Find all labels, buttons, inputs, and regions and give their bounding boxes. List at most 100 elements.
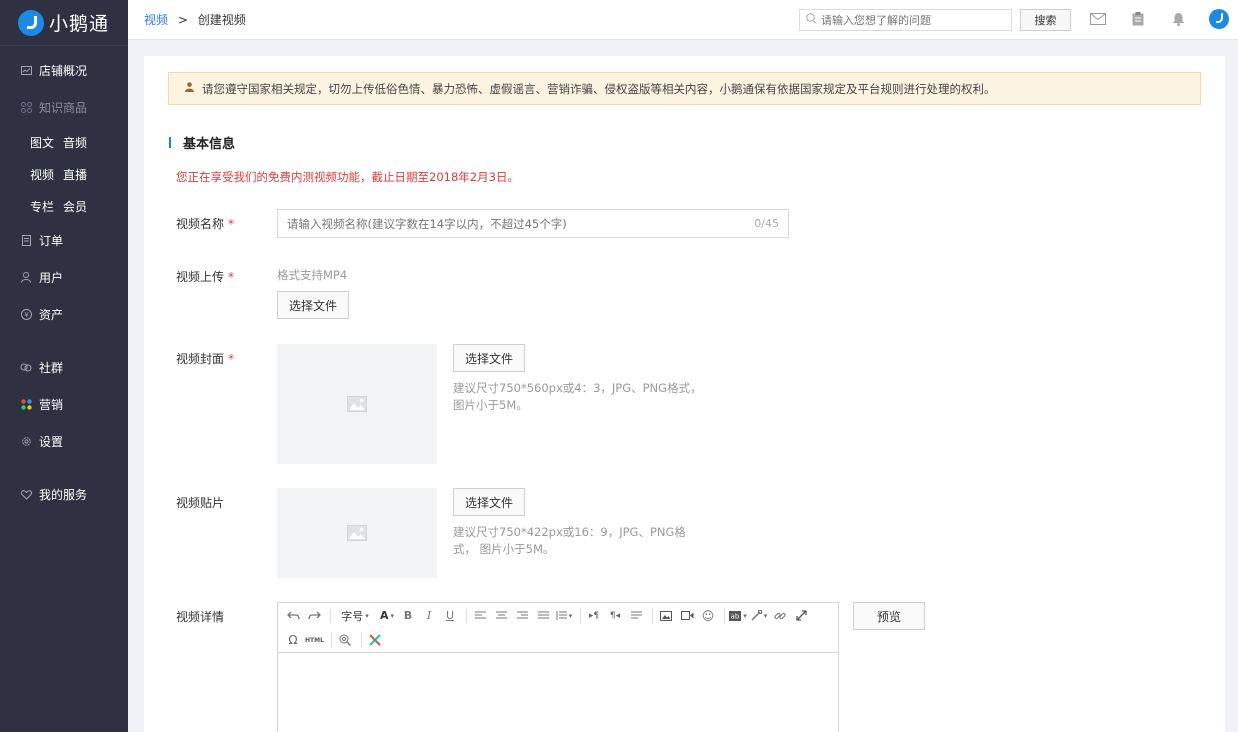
video-cover-label-text: 视频封面 xyxy=(176,352,225,366)
avatar[interactable] xyxy=(1209,9,1229,29)
sidebar-subitem-video[interactable]: 视频 xyxy=(30,166,54,183)
upload-format-hint: 格式支持MP4 xyxy=(277,268,348,282)
sidebar-item-label: 资产 xyxy=(39,308,64,322)
sidebar-item-label: 用户 xyxy=(39,271,64,285)
video-cover-label: 视频封面 * xyxy=(176,350,234,367)
cover-hint-line: 建议尺寸750*560px或4：3，JPG、PNG格式， xyxy=(453,381,702,395)
logo-mark-icon xyxy=(18,9,44,36)
undo-icon[interactable] xyxy=(284,607,302,625)
notice-banner: 请您遵守国家相关规定，切勿上传低俗色情、暴力恐怖、虚假谣言、营销诈骗、侵权盗版等… xyxy=(168,72,1201,105)
sidebar-item-label: 订单 xyxy=(39,234,64,248)
bell-icon[interactable] xyxy=(1170,11,1186,27)
sidebar-item-assets[interactable]: ¥ 资产 xyxy=(0,296,128,333)
font-size-select[interactable]: 字号 xyxy=(335,607,375,625)
insert-video-icon[interactable] xyxy=(678,607,696,625)
paragraph-ltr-icon[interactable]: ▸¶ xyxy=(585,607,603,625)
video-detail-label: 视频详情 xyxy=(176,610,225,624)
sidebar-item-community[interactable]: 社群 xyxy=(0,349,128,386)
indent-icon[interactable] xyxy=(627,607,645,625)
breadcrumb-link-video[interactable]: 视频 xyxy=(144,13,168,27)
sidebar: 小鹅通 店铺概况 知识商品 图文 音频 视频 直播 专栏 会员 订单 用户 ¥ … xyxy=(0,0,128,732)
clear-format-icon[interactable] xyxy=(366,631,384,649)
sidebar-item-marketing[interactable]: 营销 xyxy=(0,386,128,423)
insert-image-icon[interactable] xyxy=(657,607,675,625)
html-source-icon[interactable]: HTML xyxy=(305,631,324,649)
logo[interactable]: 小鹅通 xyxy=(0,0,128,46)
align-justify-icon[interactable] xyxy=(534,607,552,625)
video-name-input[interactable] xyxy=(287,216,727,231)
sidebar-subitem-live[interactable]: 直播 xyxy=(63,166,87,183)
section-title-text: 基本信息 xyxy=(183,137,236,152)
video-name-label: 视频名称 * xyxy=(176,215,234,232)
upload-video-button[interactable]: 选择文件 xyxy=(277,291,349,319)
document-icon xyxy=(20,235,32,247)
mail-icon[interactable] xyxy=(1090,11,1106,27)
section-title: 基本信息 xyxy=(169,133,235,152)
clipboard-icon[interactable] xyxy=(1130,11,1146,27)
video-upload-label: 视频上传 * xyxy=(176,268,234,285)
top-bar: 视频 > 创建视频 搜索 xyxy=(128,0,1238,40)
italic-icon[interactable]: I xyxy=(420,607,438,625)
section-title-bar xyxy=(169,137,171,148)
sticker-hint-line: 式， 图片小于5M。 xyxy=(453,542,555,556)
align-center-icon[interactable] xyxy=(492,607,510,625)
sticker-image-placeholder[interactable] xyxy=(277,488,437,578)
sidebar-item-users[interactable]: 用户 xyxy=(0,259,128,296)
align-right-icon[interactable] xyxy=(513,607,531,625)
video-name-label-text: 视频名称 xyxy=(176,217,225,231)
sidebar-subrow: 视频 直播 xyxy=(0,158,128,190)
sidebar-subrow: 专栏 会员 xyxy=(0,190,128,222)
chart-icon xyxy=(20,65,32,77)
sidebar-subrow: 图文 音频 xyxy=(0,126,128,158)
sidebar-item-my-services[interactable]: 我的服务 xyxy=(0,476,128,513)
font-size-label: 字号 xyxy=(341,609,364,623)
bold-icon[interactable]: B xyxy=(399,607,417,625)
sidebar-subitem-member[interactable]: 会员 xyxy=(63,198,87,215)
marketing-icon xyxy=(20,399,32,411)
sidebar-subitem-audio[interactable]: 音频 xyxy=(63,134,87,151)
sidebar-subitem-column[interactable]: 专栏 xyxy=(30,198,54,215)
paragraph-rtl-icon[interactable]: ¶◂ xyxy=(606,607,624,625)
search-replace-icon[interactable] xyxy=(336,631,354,649)
rich-text-editor[interactable]: 字号 A B I U ▸¶ ¶◂ xyxy=(277,602,839,732)
fullscreen-icon[interactable] xyxy=(792,607,810,625)
choose-sticker-button[interactable]: 选择文件 xyxy=(453,488,525,516)
sidebar-item-orders[interactable]: 订单 xyxy=(0,222,128,259)
image-icon xyxy=(347,396,367,412)
sidebar-item-label: 营销 xyxy=(39,398,64,412)
logo-text: 小鹅通 xyxy=(49,13,110,35)
line-height-icon[interactable] xyxy=(555,607,573,625)
cover-image-placeholder[interactable] xyxy=(277,344,437,464)
main-content: 请您遵守国家相关规定，切勿上传低俗色情、暴力恐怖、虚假谣言、营销诈骗、侵权盗版等… xyxy=(144,56,1225,732)
sidebar-item-overview[interactable]: 店铺概况 xyxy=(0,52,128,89)
emoji-icon[interactable]: ☺ xyxy=(699,607,717,625)
sidebar-item-knowledge[interactable]: 知识商品 xyxy=(0,89,128,126)
sidebar-item-label: 社群 xyxy=(39,361,64,375)
sidebar-item-settings[interactable]: 设置 xyxy=(0,423,128,460)
highlight-icon[interactable]: ab xyxy=(729,607,747,625)
breadcrumb-separator: > xyxy=(177,13,188,27)
user-warning-icon xyxy=(185,82,194,95)
video-sticker-label: 视频贴片 xyxy=(176,496,225,510)
font-color-icon[interactable]: A xyxy=(378,607,396,625)
underline-icon[interactable]: U xyxy=(441,607,459,625)
align-left-icon[interactable] xyxy=(471,607,489,625)
preview-button[interactable]: 预览 xyxy=(853,602,925,630)
special-char-icon[interactable]: Ω xyxy=(284,631,302,649)
video-name-field[interactable]: 0/45 xyxy=(277,209,789,238)
search-box[interactable] xyxy=(799,9,1012,31)
svg-text:ab: ab xyxy=(731,612,740,620)
sidebar-item-label: 店铺概况 xyxy=(39,64,88,78)
user-icon xyxy=(20,272,32,284)
redo-icon[interactable] xyxy=(305,607,323,625)
free-trial-tip: 您正在享受我们的免费内测视频功能，截止日期至2018年2月3日。 xyxy=(176,170,519,184)
link-icon[interactable] xyxy=(771,607,789,625)
search-input[interactable] xyxy=(821,13,1001,27)
choose-cover-button[interactable]: 选择文件 xyxy=(453,344,525,372)
sidebar-item-label: 设置 xyxy=(39,435,64,449)
search-button[interactable]: 搜索 xyxy=(1020,9,1071,31)
sidebar-subitem-graphic[interactable]: 图文 xyxy=(30,134,54,151)
group-icon xyxy=(20,362,32,374)
format-brush-icon[interactable] xyxy=(750,607,768,625)
required-mark: * xyxy=(228,352,235,366)
